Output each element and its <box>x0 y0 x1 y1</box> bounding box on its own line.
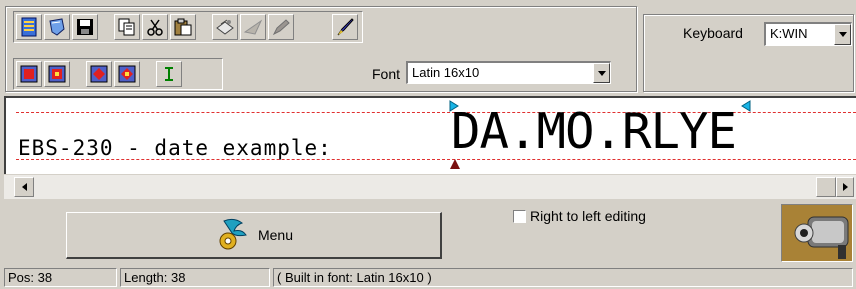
scroll-right-icon <box>842 183 848 191</box>
brush-icon <box>336 18 354 36</box>
scroll-thumb[interactable] <box>816 177 836 197</box>
keyboard-label: Keyboard <box>683 25 743 41</box>
scroll-right-button[interactable] <box>836 177 854 197</box>
font-select[interactable]: Latin 16x10 <box>406 61 611 84</box>
printer-icon <box>215 18 235 36</box>
font-label: Font <box>372 66 401 82</box>
horizontal-scrollbar[interactable] <box>4 175 856 199</box>
open-icon <box>47 17 67 37</box>
keyboard-select-value: K:WIN <box>770 26 808 41</box>
stop-red-button[interactable] <box>114 61 140 87</box>
marker-start-icon <box>449 100 459 112</box>
new-document-icon <box>20 17 38 37</box>
message-editor[interactable]: EBS-230 - date example: DA.MO.RLYE <box>4 96 856 174</box>
marker-end-icon <box>741 100 751 112</box>
pen-button[interactable] <box>268 14 294 40</box>
paste-button[interactable] <box>170 14 196 40</box>
brush-button[interactable] <box>332 14 358 40</box>
cut-button[interactable] <box>142 14 168 40</box>
cursor-insert-button[interactable] <box>156 61 182 87</box>
rtl-label[interactable]: Right to left editing <box>530 208 646 224</box>
chevron-down-icon <box>838 32 847 37</box>
cursor-marker-icon <box>450 159 460 169</box>
pen-icon <box>271 18 291 36</box>
print-label-icon <box>20 65 38 83</box>
stop-icon <box>90 65 108 83</box>
printer-button[interactable] <box>212 14 238 40</box>
keyboard-select[interactable]: K:WIN <box>764 22 852 46</box>
print-red-icon <box>48 65 66 83</box>
stop-red-icon <box>118 65 136 83</box>
print-red-button[interactable] <box>44 61 70 87</box>
print-label-button[interactable] <box>16 61 42 87</box>
font-dropdown-button[interactable] <box>593 63 610 83</box>
new-document-button[interactable] <box>16 14 42 40</box>
menu-button[interactable]: Menu <box>66 212 442 259</box>
save-button[interactable] <box>72 14 98 40</box>
send-icon <box>243 18 263 36</box>
keyboard-dropdown-button[interactable] <box>834 24 851 45</box>
chevron-down-icon <box>597 70 606 76</box>
stop-button[interactable] <box>86 61 112 87</box>
printer-head-image <box>781 204 853 262</box>
open-button[interactable] <box>44 14 70 40</box>
menu-gear-icon <box>214 215 252 256</box>
status-length: Length: 38 <box>120 268 270 287</box>
scroll-left-icon <box>21 183 27 191</box>
save-icon <box>76 18 94 36</box>
rtl-checkbox[interactable] <box>513 210 526 223</box>
copy-icon <box>118 18 136 36</box>
status-pos: Pos: 38 <box>4 268 117 287</box>
copy-button[interactable] <box>114 14 140 40</box>
paste-icon <box>174 18 192 36</box>
send-button[interactable] <box>240 14 266 40</box>
cut-icon <box>146 18 164 36</box>
status-font: ( Built in font: Latin 16x10 ) <box>273 268 853 287</box>
scroll-left-button[interactable] <box>14 177 34 197</box>
editor-large-text: DA.MO.RLYE <box>451 103 737 160</box>
cursor-insert-icon <box>160 65 178 83</box>
editor-small-text: EBS-230 - date example: <box>18 136 332 160</box>
menu-label: Menu <box>257 227 294 243</box>
font-select-value: Latin 16x10 <box>412 65 480 80</box>
